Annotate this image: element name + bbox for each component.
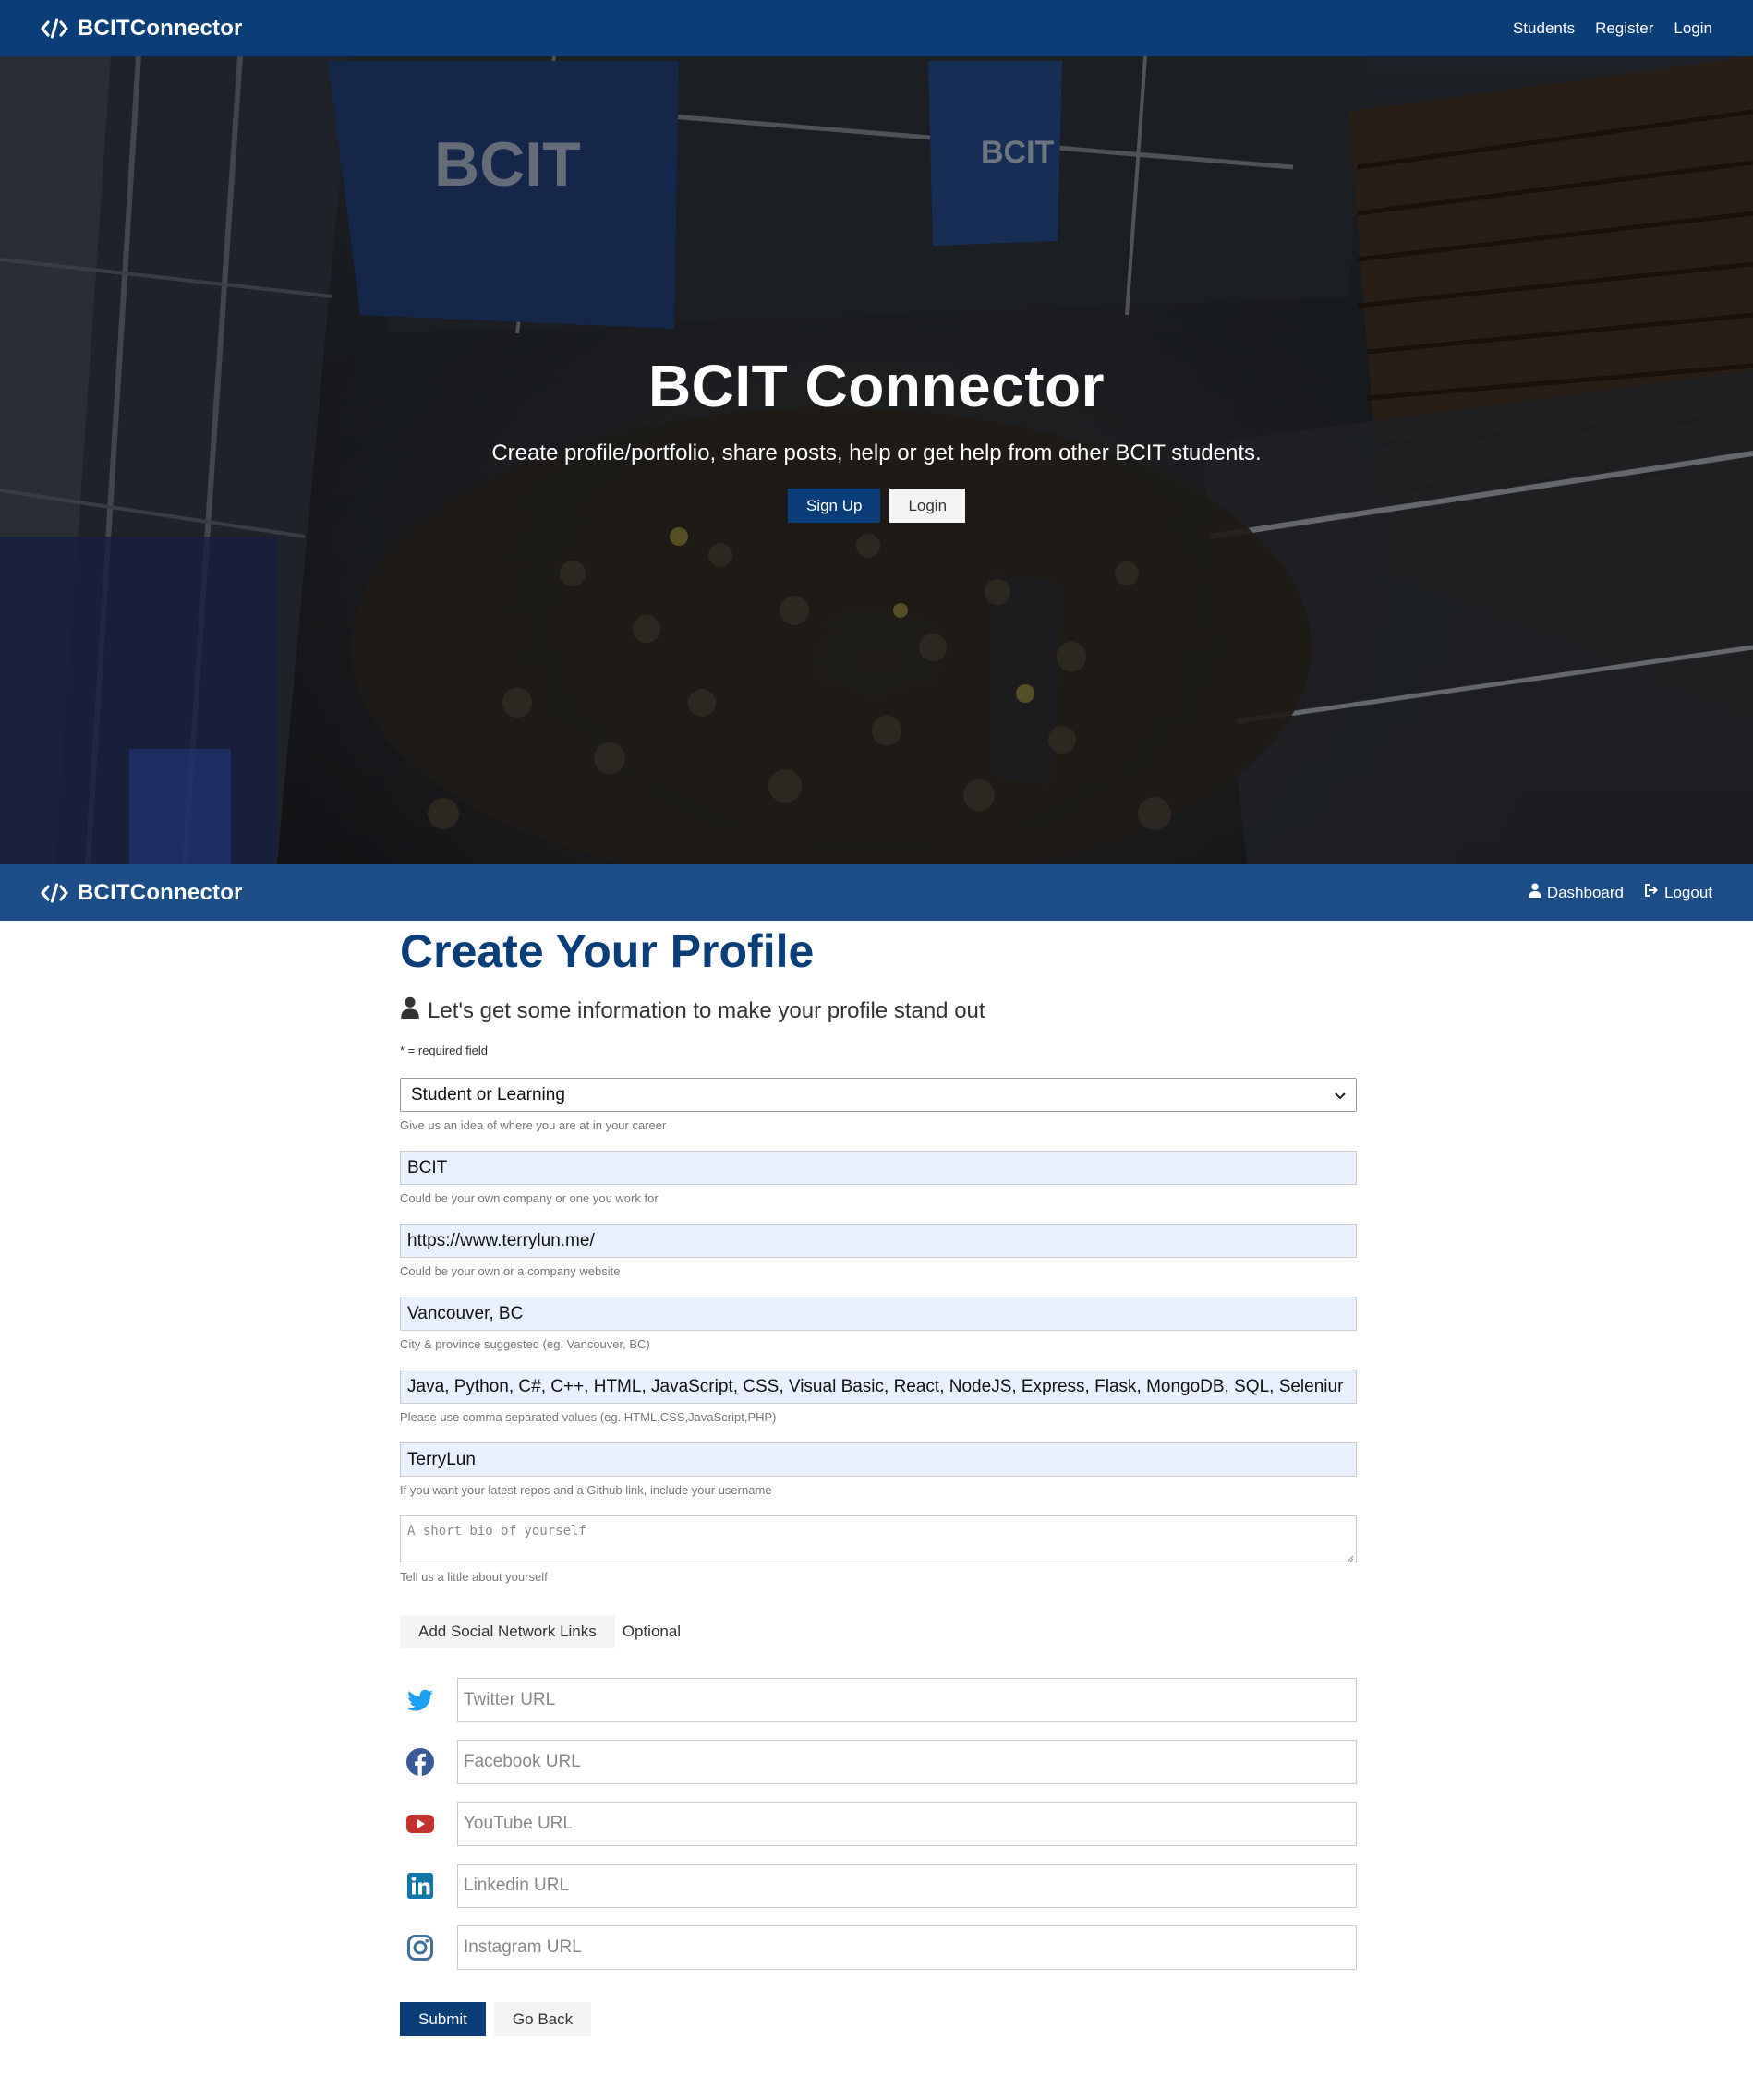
hero-title: BCIT Connector	[647, 353, 1106, 419]
chevron-down-icon	[1335, 1085, 1349, 1105]
resize-grip-icon[interactable]	[1345, 1551, 1354, 1563]
linkedin-icon	[400, 1871, 457, 1901]
form-actions: Submit Go Back	[400, 2002, 1357, 2036]
top-nav-links: Students Register Login	[1513, 19, 1712, 38]
sign-up-button[interactable]: Sign Up	[787, 489, 881, 523]
bio-group: A short bio of yourself Tell us a little…	[400, 1515, 1357, 1584]
github-hint: If you want your latest repos and a Gith…	[400, 1483, 772, 1497]
twitter-icon	[400, 1685, 457, 1715]
code-icon	[41, 882, 68, 903]
skills-input[interactable]: Java, Python, C#, C++, HTML, JavaScript,…	[400, 1370, 1357, 1404]
social-row-linkedin: Linkedin URL	[400, 1864, 1357, 1908]
twitter-url-input[interactable]: Twitter URL	[457, 1678, 1357, 1722]
bio-hint: Tell us a little about yourself	[400, 1570, 548, 1584]
facebook-url-input[interactable]: Facebook URL	[457, 1740, 1357, 1784]
status-hint: Give us an idea of where you are at in y…	[400, 1118, 667, 1132]
nav-dashboard-label: Dashboard	[1546, 883, 1624, 901]
hero-subtitle: Create profile/portfolio, share posts, h…	[491, 441, 1262, 465]
hero-login-button[interactable]: Login	[889, 489, 966, 523]
company-group: BCIT Could be your own company or one yo…	[400, 1151, 1357, 1205]
status-group: Student or Learning Give us an idea of w…	[400, 1078, 1357, 1132]
location-hint: City & province suggested (eg. Vancouver…	[400, 1337, 650, 1351]
profile-lead: Let's get some information to make your …	[400, 996, 1357, 1025]
facebook-icon	[400, 1747, 457, 1777]
profile-lead-text: Let's get some information to make your …	[428, 997, 985, 1023]
bio-placeholder: A short bio of yourself	[407, 1524, 586, 1539]
website-input[interactable]: https://www.terrylun.me/	[400, 1224, 1357, 1258]
nav-register-link[interactable]: Register	[1595, 19, 1653, 38]
location-group: Vancouver, BC City & province suggested …	[400, 1297, 1357, 1351]
nav-dashboard-link[interactable]: Dashboard	[1529, 883, 1624, 902]
brand-name: BCITConnector	[78, 879, 243, 905]
code-icon	[41, 18, 68, 39]
skills-hint: Please use comma separated values (eg. H…	[400, 1410, 777, 1424]
status-select-value: Student or Learning	[411, 1084, 565, 1104]
bio-textarea[interactable]: A short bio of yourself	[400, 1515, 1357, 1563]
go-back-button[interactable]: Go Back	[493, 2002, 592, 2036]
youtube-icon	[400, 1809, 457, 1839]
location-input[interactable]: Vancouver, BC	[400, 1297, 1357, 1331]
instagram-url-input[interactable]: Instagram URL	[457, 1925, 1357, 1970]
required-field-note: * = required field	[400, 1044, 489, 1057]
create-profile-section: Create Your Profile Let's get some infor…	[400, 921, 1357, 2036]
dashboard-navbar: BCITConnector Dashboard Logout	[0, 864, 1753, 921]
hero-content: BCIT Connector Create profile/portfolio,…	[0, 352, 1753, 523]
company-hint: Could be your own company or one you wor…	[400, 1191, 659, 1205]
brand-link[interactable]: BCITConnector	[41, 880, 243, 906]
social-links-list: Twitter URL Facebook URL YouTube URL Lin…	[400, 1678, 1357, 1970]
optional-label: Optional	[622, 1623, 682, 1640]
social-row-instagram: Instagram URL	[400, 1925, 1357, 1970]
github-username-input[interactable]: TerryLun	[400, 1442, 1357, 1477]
linkedin-url-input[interactable]: Linkedin URL	[457, 1864, 1357, 1908]
user-icon	[1529, 883, 1541, 902]
top-navbar: BCITConnector Students Register Login	[0, 0, 1753, 56]
submit-button[interactable]: Submit	[400, 2002, 486, 2036]
nav-students-link[interactable]: Students	[1513, 19, 1575, 38]
company-input[interactable]: BCIT	[400, 1151, 1357, 1185]
add-social-links-button[interactable]: Add Social Network Links	[400, 1615, 615, 1648]
nav-logout-label: Logout	[1664, 883, 1712, 901]
website-hint: Could be your own or a company website	[400, 1264, 621, 1278]
social-row-twitter: Twitter URL	[400, 1678, 1357, 1722]
github-group: TerryLun If you want your latest repos a…	[400, 1442, 1357, 1497]
skills-group: Java, Python, C#, C++, HTML, JavaScript,…	[400, 1370, 1357, 1424]
user-icon	[400, 996, 420, 1025]
nav-logout-link[interactable]: Logout	[1644, 883, 1712, 902]
instagram-icon	[400, 1933, 457, 1962]
page-title: Create Your Profile	[400, 925, 815, 977]
sign-out-icon	[1644, 883, 1659, 902]
website-group: https://www.terrylun.me/ Could be your o…	[400, 1224, 1357, 1278]
social-row-youtube: YouTube URL	[400, 1802, 1357, 1846]
brand-link[interactable]: BCITConnector	[41, 16, 243, 42]
landing-hero: BCIT BCIT BCIT Connector Create profile/…	[0, 56, 1753, 864]
nav-login-link[interactable]: Login	[1674, 19, 1712, 38]
status-select[interactable]: Student or Learning	[400, 1078, 1357, 1112]
social-toggle-row: Add Social Network Links Optional	[400, 1615, 1357, 1648]
brand-name: BCITConnector	[78, 15, 243, 41]
hero-buttons: Sign Up Login	[0, 489, 1753, 523]
social-row-facebook: Facebook URL	[400, 1740, 1357, 1784]
dashboard-nav-links: Dashboard Logout	[1529, 883, 1712, 902]
youtube-url-input[interactable]: YouTube URL	[457, 1802, 1357, 1846]
